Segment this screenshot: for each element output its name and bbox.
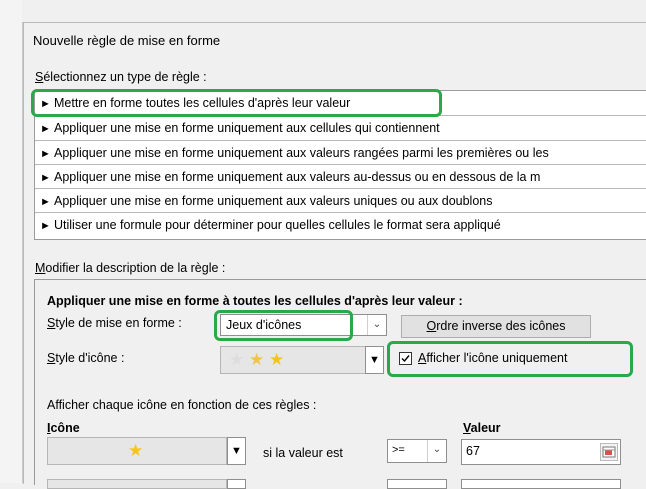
icon-rule-1-value-input[interactable]: 67: [461, 439, 621, 465]
icon-rules-caption: Afficher chaque icône en fonction de ces…: [47, 398, 317, 412]
rule-item-formula[interactable]: ► Utiliser une formule pour déterminer po…: [35, 213, 646, 237]
highlight-show-icon-only: [387, 341, 633, 377]
operator-value: >=: [392, 444, 405, 456]
icon-style-select[interactable]: ★ ★ ★: [220, 346, 384, 374]
rule-item-top-bottom[interactable]: ► Appliquer une mise en forme uniquement …: [35, 141, 646, 165]
column-header-value: Valeur: [463, 421, 501, 435]
icon-rule-2-operator-select[interactable]: [387, 479, 447, 489]
range-select-glyph: [602, 446, 616, 458]
reverse-icon-order-button[interactable]: Ordre inverse des icônes: [401, 315, 591, 338]
highlight-format-style: [214, 310, 353, 341]
icon-rule-2-value-input[interactable]: [461, 479, 621, 489]
column-header-icon: Icône: [47, 421, 80, 435]
range-select-icon[interactable]: [600, 443, 618, 461]
chevron-down-icon[interactable]: ⌄: [367, 315, 386, 335]
chevron-down-icon[interactable]: ▼: [227, 437, 246, 465]
rule-item-above-below[interactable]: ► Appliquer une mise en forme uniquement …: [35, 165, 646, 189]
chevron-down-icon[interactable]: ▼: [365, 346, 384, 374]
pointer-icon: ►: [40, 148, 51, 160]
pointer-icon: ►: [40, 172, 51, 184]
star-half-icon: ★: [249, 350, 265, 369]
star-full-icon: ★: [269, 350, 285, 369]
background-window-edge: [0, 0, 23, 483]
description-label: Modifier la description de la règle :: [35, 261, 226, 275]
rule-item-unique-duplicate[interactable]: ► Appliquer une mise en forme uniquement …: [35, 189, 646, 213]
pointer-icon: ►: [40, 196, 51, 208]
icon-rule-1-icon-select[interactable]: ★: [47, 437, 227, 465]
pointer-icon: ►: [40, 123, 51, 135]
top-band: [22, 0, 646, 22]
rule-item-contains[interactable]: ► Appliquer une mise en forme uniquement …: [35, 116, 646, 140]
chevron-down-icon[interactable]: ⌄: [427, 440, 446, 462]
icon-rule-1-operator-select[interactable]: >= ⌄: [387, 439, 447, 463]
format-style-label: Style de mise en forme :: [47, 316, 182, 330]
pointer-icon: ►: [40, 220, 51, 232]
chevron-down-icon[interactable]: [227, 479, 246, 489]
icon-rule-1-condition: si la valeur est: [263, 446, 343, 460]
value-text: 67: [466, 444, 480, 458]
dialog-title: Nouvelle règle de mise en forme: [33, 33, 221, 48]
star-full-icon: ★: [128, 441, 144, 460]
icon-style-label: Style d'icône :: [47, 351, 125, 365]
star-empty-icon: ★: [229, 350, 245, 369]
highlight-selected-rule: [31, 89, 442, 117]
description-heading: Appliquer une mise en forme à toutes les…: [47, 294, 463, 308]
icon-rule-2-icon-select[interactable]: [47, 479, 227, 489]
rule-type-label: Sélectionnez un type de règle :: [35, 70, 207, 84]
